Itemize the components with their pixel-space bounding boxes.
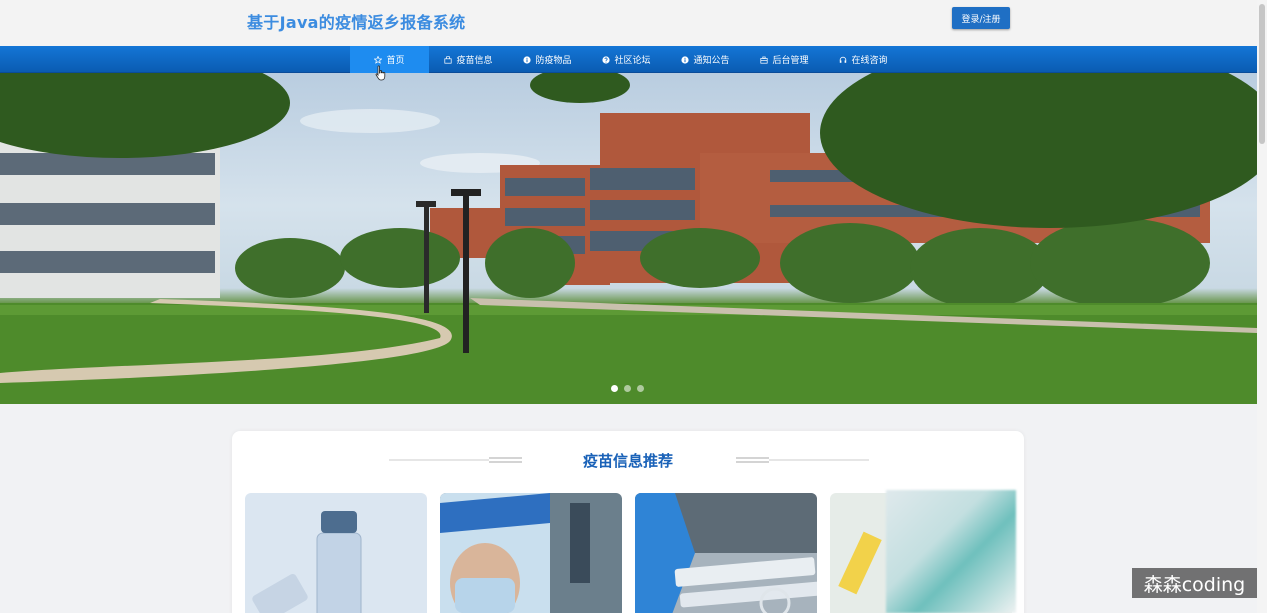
- section-title: 疫苗信息推荐: [582, 452, 673, 470]
- nav-item-vaccine-info[interactable]: 疫苗信息: [429, 46, 508, 73]
- nav-item-label: 通知公告: [693, 56, 730, 66]
- vaccine-card[interactable]: [245, 493, 427, 613]
- nav-item-online-consult[interactable]: 在线咨询: [824, 46, 903, 73]
- nav-item-label: 疫苗信息: [456, 56, 493, 66]
- campus-photo: [0, 73, 1257, 404]
- blurred-overlay: [886, 490, 1016, 613]
- login-register-button[interactable]: 登录/注册: [952, 7, 1010, 29]
- nav-item-label: 防疫物品: [535, 56, 572, 66]
- star-icon: [374, 55, 383, 64]
- title-decoration-right: [736, 457, 869, 463]
- lab-worker-image: [440, 493, 622, 613]
- vaccine-card[interactable]: [440, 493, 622, 613]
- nav-item-notices[interactable]: 通知公告: [666, 46, 745, 73]
- carousel-dot[interactable]: [637, 385, 644, 392]
- main-nav: 首页 疫苗信息 防疫物品 社区论坛 通知公告 后台管理 在线咨询: [0, 46, 1257, 73]
- nav-item-label: 社区论坛: [614, 56, 651, 66]
- syringe-image: [635, 493, 817, 613]
- nav-item-community-forum[interactable]: 社区论坛: [587, 46, 666, 73]
- carousel-indicators: [611, 385, 644, 392]
- vaccine-card[interactable]: [635, 493, 817, 613]
- nav-item-label: 在线咨询: [851, 56, 888, 66]
- nav-item-prevention-supplies[interactable]: 防疫物品: [508, 46, 587, 73]
- headset-icon: [840, 56, 847, 63]
- nav-item-label: 后台管理: [772, 56, 809, 66]
- hand-cursor-icon: [375, 65, 386, 81]
- site-title: 基于Java的疫情返乡报备系统: [247, 13, 466, 32]
- scrollbar-thumb[interactable]: [1259, 4, 1265, 144]
- hero-carousel[interactable]: [0, 73, 1257, 404]
- vaccine-vial-image: [245, 493, 427, 613]
- question-icon: [602, 55, 611, 64]
- watermark-label: 森森coding: [1132, 568, 1257, 598]
- nav-item-admin[interactable]: 后台管理: [745, 46, 824, 73]
- nav-item-label: 首页: [386, 56, 405, 66]
- info-icon: [681, 55, 690, 64]
- top-header: 基于Java的疫情返乡报备系统 登录/注册: [0, 0, 1257, 46]
- page-scrollbar[interactable]: [1257, 0, 1267, 613]
- info-icon: [523, 55, 532, 64]
- carousel-dot[interactable]: [624, 385, 631, 392]
- carousel-dot[interactable]: [611, 385, 618, 392]
- nav-item-home[interactable]: 首页: [350, 46, 429, 73]
- briefcase-icon: [760, 56, 769, 64]
- bag-icon: [444, 55, 453, 64]
